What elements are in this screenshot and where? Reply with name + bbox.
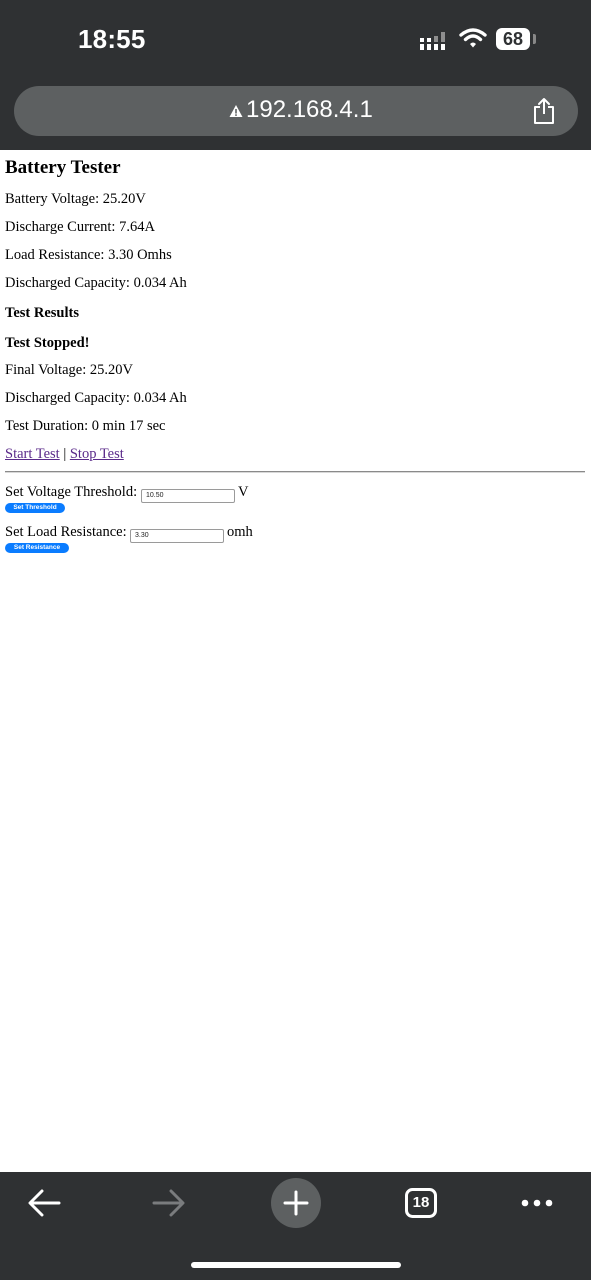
battery-voltage: Battery Voltage: 25.20V bbox=[5, 191, 146, 207]
test-controls: Start Test | Stop Test bbox=[5, 446, 124, 463]
final-voltage: Final Voltage: 25.20V bbox=[5, 362, 133, 378]
signal-icon bbox=[420, 32, 445, 50]
set-resistance-button[interactable]: Set Resistance bbox=[5, 543, 69, 553]
url-text[interactable]: 192.168.4.1 bbox=[246, 96, 373, 124]
share-icon[interactable] bbox=[532, 97, 556, 125]
threshold-input[interactable]: 10.50 bbox=[141, 489, 235, 503]
test-status: Test Stopped! bbox=[5, 335, 90, 351]
forward-icon[interactable] bbox=[152, 1189, 186, 1217]
link-separator: | bbox=[63, 446, 67, 462]
battery-tip bbox=[533, 34, 536, 44]
resistance-unit: omh bbox=[227, 524, 253, 540]
discharged-capacity: Discharged Capacity: 0.034 Ah bbox=[5, 275, 187, 291]
threshold-unit: V bbox=[238, 484, 249, 500]
resistance-label: Set Load Resistance: bbox=[5, 524, 127, 540]
set-threshold-button[interactable]: Set Threshold bbox=[5, 503, 65, 513]
test-results-heading: Test Results bbox=[5, 305, 79, 321]
back-icon[interactable] bbox=[27, 1189, 61, 1217]
test-duration: Test Duration: 0 min 17 sec bbox=[5, 418, 166, 434]
home-indicator bbox=[191, 1262, 401, 1268]
start-test-link[interactable]: Start Test bbox=[5, 446, 60, 462]
resistance-input[interactable]: 3.30 bbox=[130, 529, 224, 543]
divider bbox=[5, 471, 585, 473]
stop-test-link[interactable]: Stop Test bbox=[70, 446, 124, 462]
more-icon[interactable] bbox=[521, 1197, 553, 1209]
load-resistance: Load Resistance: 3.30 Omhs bbox=[5, 247, 172, 263]
discharge-current: Discharge Current: 7.64A bbox=[5, 219, 155, 235]
threshold-label: Set Voltage Threshold: bbox=[5, 484, 138, 500]
result-discharged-capacity: Discharged Capacity: 0.034 Ah bbox=[5, 390, 187, 406]
page-title: Battery Tester bbox=[5, 157, 121, 178]
warning-icon bbox=[229, 105, 243, 117]
tabs-count: 18 bbox=[412, 1194, 430, 1211]
new-tab-icon bbox=[283, 1190, 309, 1216]
battery-level: 68 bbox=[502, 29, 524, 49]
status-time: 18:55 bbox=[78, 24, 146, 54]
wifi-icon bbox=[459, 28, 487, 48]
